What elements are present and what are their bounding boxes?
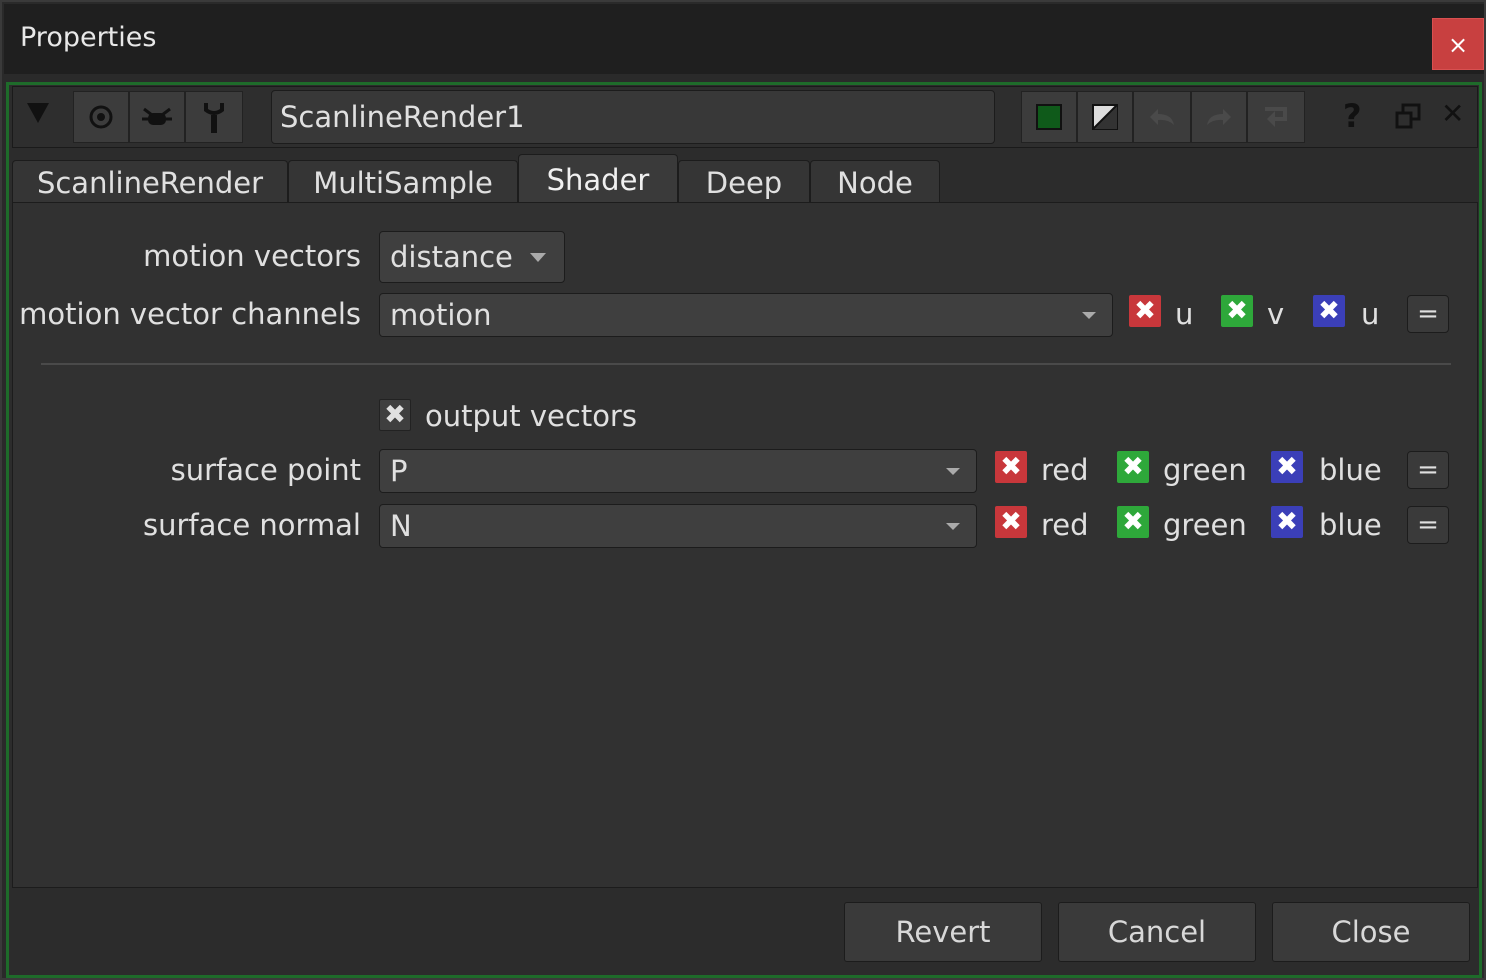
surface-point-value: P xyxy=(390,454,408,488)
motion-vector-channels-dropdown[interactable]: motion xyxy=(379,293,1113,337)
section-divider xyxy=(41,363,1451,365)
window-title: Properties xyxy=(20,22,157,53)
color-swatch-icon xyxy=(1036,104,1062,130)
motion-vectors-label: motion vectors xyxy=(143,239,361,273)
chevron-down-icon xyxy=(946,523,960,530)
reset-icon xyxy=(1265,107,1287,127)
tab-deep[interactable]: Deep xyxy=(678,160,810,204)
surface-normal-link-button[interactable]: = xyxy=(1407,506,1449,544)
node-toolbar: ScanlineRender1 ? ✕ xyxy=(12,86,1478,148)
surface-normal-dropdown[interactable]: N xyxy=(379,504,977,548)
diagonal-swatch-icon xyxy=(1092,104,1118,130)
view-node-button[interactable] xyxy=(73,91,129,143)
motion-channels-link-button[interactable]: = xyxy=(1407,295,1449,333)
surface-normal-label: surface normal xyxy=(142,508,361,542)
undo-icon xyxy=(1150,109,1174,125)
tab-shader[interactable]: Shader xyxy=(518,154,678,204)
surface-point-green-checkbox[interactable]: ✖ xyxy=(1117,451,1149,483)
surface-point-red-checkbox[interactable]: ✖ xyxy=(995,451,1027,483)
node-color-button[interactable] xyxy=(1021,91,1077,143)
surface-point-green-label: green xyxy=(1163,453,1247,487)
surface-normal-blue-label: blue xyxy=(1319,508,1382,542)
gl-color-button[interactable] xyxy=(1077,91,1133,143)
output-vectors-label: output vectors xyxy=(425,399,637,433)
surface-point-blue-checkbox[interactable]: ✖ xyxy=(1271,451,1303,483)
channel-u2-checkbox[interactable]: ✖ xyxy=(1313,295,1345,327)
title-bar: Properties × xyxy=(4,4,1484,74)
target-icon xyxy=(89,105,113,129)
redo-icon xyxy=(1207,109,1231,125)
surface-point-label: surface point xyxy=(170,453,361,487)
properties-window: Properties × ScanlineRender1 ? ✕ Scanlin… xyxy=(0,0,1486,980)
surface-normal-red-checkbox[interactable]: ✖ xyxy=(995,506,1027,538)
motion-vectors-dropdown[interactable]: distance xyxy=(379,231,565,283)
motion-vector-channels-value: motion xyxy=(390,298,492,332)
surface-normal-green-label: green xyxy=(1163,508,1247,542)
window-close-button[interactable]: × xyxy=(1432,18,1484,70)
close-button[interactable]: Close xyxy=(1272,902,1470,962)
help-icon[interactable]: ? xyxy=(1343,97,1362,135)
node-name-input[interactable]: ScanlineRender1 xyxy=(271,90,995,144)
bug-icon xyxy=(142,107,172,125)
settings-wrench-button[interactable] xyxy=(185,91,243,143)
tab-multisample[interactable]: MultiSample xyxy=(288,160,518,204)
surface-point-blue-label: blue xyxy=(1319,453,1382,487)
output-vectors-checkbox[interactable]: ✖ xyxy=(379,399,411,431)
channel-u-checkbox[interactable]: ✖ xyxy=(1129,295,1161,327)
cancel-button[interactable]: Cancel xyxy=(1058,902,1256,962)
channel-v-checkbox[interactable]: ✖ xyxy=(1221,295,1253,327)
channel-u-label: u xyxy=(1175,297,1194,331)
wrench-icon xyxy=(204,103,224,133)
chevron-down-icon xyxy=(530,253,546,262)
surface-point-red-label: red xyxy=(1041,453,1089,487)
surface-normal-value: N xyxy=(390,509,412,543)
motion-vectors-value: distance xyxy=(390,240,513,274)
channel-v-label: v xyxy=(1267,297,1285,331)
tab-node[interactable]: Node xyxy=(810,160,940,204)
shader-tab-panel: motion vectors distance motion vector ch… xyxy=(12,202,1478,888)
surface-normal-blue-checkbox[interactable]: ✖ xyxy=(1271,506,1303,538)
float-window-icon[interactable] xyxy=(1395,103,1421,129)
redo-button[interactable] xyxy=(1191,91,1247,143)
surface-point-dropdown[interactable]: P xyxy=(379,449,977,493)
collapse-triangle-icon[interactable] xyxy=(27,103,49,123)
undo-button[interactable] xyxy=(1133,91,1191,143)
bug-button[interactable] xyxy=(129,91,185,143)
surface-normal-green-checkbox[interactable]: ✖ xyxy=(1117,506,1149,538)
motion-vector-channels-label: motion vector channels xyxy=(19,297,361,331)
tab-scanlinerender[interactable]: ScanlineRender xyxy=(12,160,288,204)
channel-u2-label: u xyxy=(1361,297,1380,331)
close-panel-icon[interactable]: ✕ xyxy=(1441,97,1464,130)
surface-normal-red-label: red xyxy=(1041,508,1089,542)
chevron-down-icon xyxy=(1082,312,1096,319)
chevron-down-icon xyxy=(946,468,960,475)
revert-knobs-button[interactable] xyxy=(1247,91,1305,143)
surface-point-link-button[interactable]: = xyxy=(1407,451,1449,489)
revert-button[interactable]: Revert xyxy=(844,902,1042,962)
